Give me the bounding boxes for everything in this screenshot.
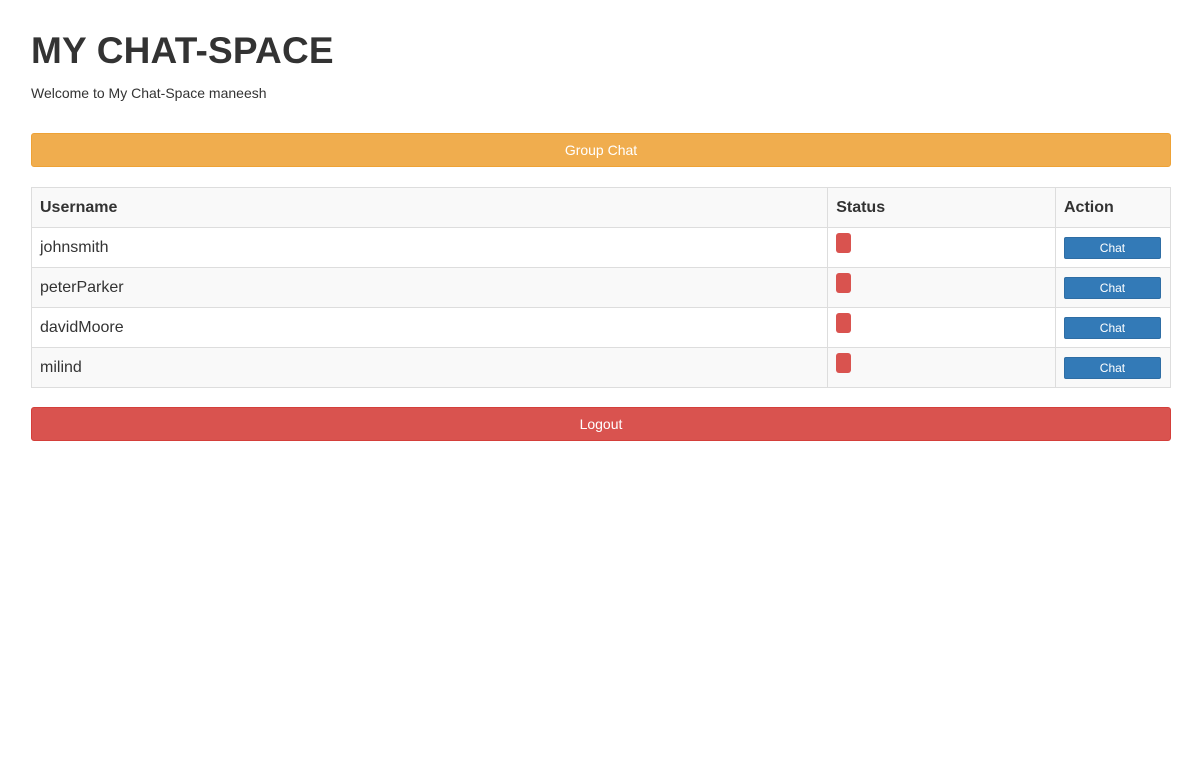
status-cell (827, 307, 1056, 348)
action-cell: Chat (1054, 347, 1172, 388)
username-cell: peterParker (30, 267, 829, 308)
username-cell: milind (30, 347, 829, 388)
page-title: MY CHAT-SPACE (31, 30, 334, 71)
status-offline-indicator (836, 353, 852, 373)
chat-button[interactable]: Chat (1063, 316, 1161, 339)
table-row: davidMoore Chat (30, 307, 1172, 348)
table-row: milind Chat (30, 347, 1172, 388)
chat-button[interactable]: Chat (1063, 356, 1161, 379)
column-header-username: Username (30, 187, 829, 228)
table-row: johnsmith Chat (30, 227, 1172, 268)
username-cell: davidMoore (30, 307, 829, 348)
action-cell: Chat (1054, 267, 1172, 308)
table-row: peterParker Chat (30, 267, 1172, 308)
status-offline-indicator (836, 233, 852, 253)
column-header-status: Status (827, 187, 1056, 228)
users-table: Username Status Action johnsmith Chat pe… (30, 187, 1172, 388)
status-offline-indicator (836, 273, 852, 293)
welcome-message: Welcome to My Chat-Space maneesh (31, 85, 267, 101)
column-header-action: Action (1054, 187, 1172, 228)
action-cell: Chat (1054, 227, 1172, 268)
username-cell: johnsmith (30, 227, 829, 268)
status-cell (827, 267, 1056, 308)
table-header-row: Username Status Action (30, 187, 1172, 228)
status-offline-indicator (836, 313, 852, 333)
group-chat-button[interactable]: Group Chat (31, 133, 1171, 167)
chat-button[interactable]: Chat (1063, 236, 1161, 259)
status-cell (827, 227, 1056, 268)
chat-button[interactable]: Chat (1063, 276, 1161, 299)
action-cell: Chat (1054, 307, 1172, 348)
logout-button[interactable]: Logout (31, 407, 1171, 441)
status-cell (827, 347, 1056, 388)
